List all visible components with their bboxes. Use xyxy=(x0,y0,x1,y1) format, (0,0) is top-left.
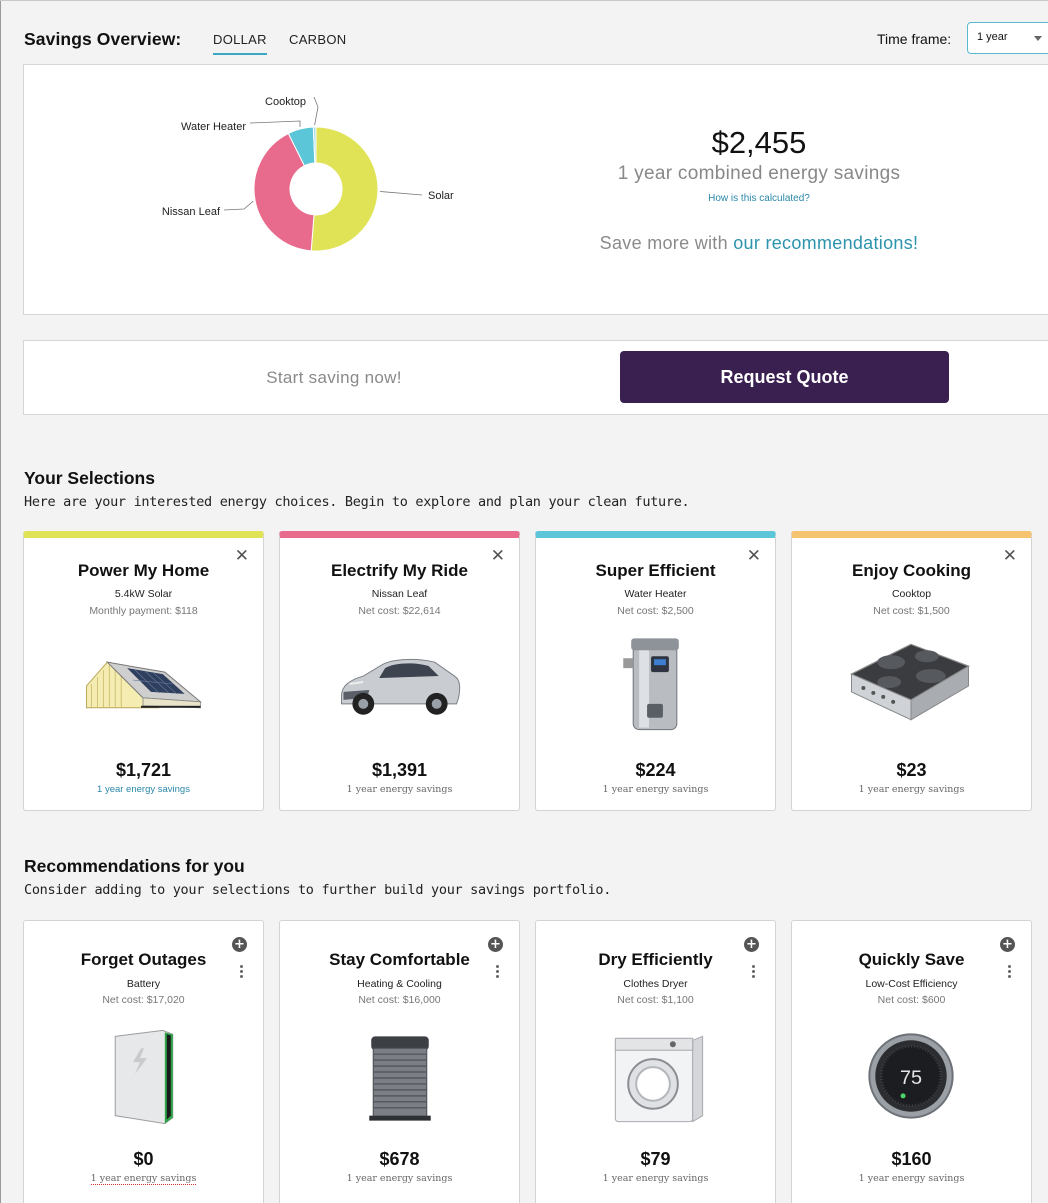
card-cost: Net cost: $16,000 xyxy=(358,994,441,1006)
selection-card-ev[interactable]: ✕ Electrify My Ride Nissan Leaf Net cost… xyxy=(279,531,520,811)
recommendations-title: Recommendations for you xyxy=(24,856,245,876)
card-subtitle: Cooktop xyxy=(891,588,932,600)
card-savings-note: 1 year energy savings xyxy=(602,784,709,795)
caret-down-icon xyxy=(1034,36,1042,41)
card-savings-note: 1 year energy savings xyxy=(858,784,965,795)
recommendation-card-dryer[interactable]: + Dry Efficiently Clothes Dryer Net cost… xyxy=(535,920,776,1203)
card-subtitle: Low-Cost Efficiency xyxy=(865,978,958,990)
solar-house-icon xyxy=(85,661,203,709)
card-cost: Net cost: $600 xyxy=(877,994,946,1006)
donut-label: Solar xyxy=(428,190,454,202)
window-border-top xyxy=(0,0,1048,1)
card-savings-note: 1 year energy savings xyxy=(858,1173,965,1184)
dryer-icon xyxy=(614,1035,704,1123)
tab-dollar[interactable]: DOLLAR xyxy=(213,32,267,55)
recommendation-card-battery[interactable]: + Forget Outages Battery Net cost: $17,0… xyxy=(23,920,264,1203)
card-cost: Net cost: $17,020 xyxy=(102,994,185,1006)
recommendation-card-efficiency[interactable]: + Quickly Save Low-Cost Efficiency Net c… xyxy=(791,920,1032,1203)
donut-label: Cooktop xyxy=(265,96,306,108)
savings-donut-chart: Solar Nissan Leaf Water Heater Cooktop xyxy=(162,96,454,252)
card-savings-note-text: 1 year energy savings xyxy=(90,1173,197,1185)
thermostat-icon: 75 xyxy=(868,1033,954,1119)
card-amount: $1,391 xyxy=(371,760,428,780)
window-border xyxy=(0,0,1,1203)
card-amount: $79 xyxy=(640,1149,671,1169)
card-savings-note: 1 year energy savings xyxy=(24,1173,263,1185)
tab-carbon[interactable]: CARBON xyxy=(289,32,346,47)
card-subtitle: Heating & Cooling xyxy=(357,978,442,990)
card-cost: Net cost: $1,500 xyxy=(873,605,950,617)
card-amount: $0 xyxy=(133,1149,154,1169)
card-cost: Monthly payment: $118 xyxy=(89,605,198,617)
card-savings-note: 1 year energy savings xyxy=(602,1173,709,1184)
card-title: Stay Comfortable xyxy=(329,950,470,969)
start-saving-card: Start saving now! Request Quote xyxy=(23,340,1048,415)
ac-unit-icon xyxy=(369,1036,431,1121)
save-more-text: Save more with our recommendations! xyxy=(564,233,954,254)
donut-label: Water Heater xyxy=(181,121,246,133)
request-quote-button[interactable]: Request Quote xyxy=(620,351,949,403)
card-subtitle: Nissan Leaf xyxy=(371,588,428,600)
donut-leader-line xyxy=(379,191,423,196)
card-savings-note: 1 year energy savings xyxy=(346,784,453,795)
donut-leader-line xyxy=(249,120,301,128)
thermostat-reading: 75 xyxy=(900,1067,922,1089)
card-title: Enjoy Cooking xyxy=(852,561,971,580)
card-cost: Net cost: $22,614 xyxy=(358,605,441,617)
recommendations-link[interactable]: our recommendations! xyxy=(733,233,918,253)
selection-card-water-heater[interactable]: ✕ Super Efficient Water Heater Net cost:… xyxy=(535,531,776,811)
donut-label: Nissan Leaf xyxy=(162,206,221,218)
card-cost: Net cost: $2,500 xyxy=(617,605,694,617)
total-savings-amount: $2,455 xyxy=(711,125,807,160)
combined-savings-label: 1 year combined energy savings xyxy=(617,163,901,184)
selections-description: Here are your interested energy choices.… xyxy=(24,494,690,510)
card-title: Dry Efficiently xyxy=(598,950,713,969)
savings-overview-card: Solar Nissan Leaf Water Heater Cooktop $2,4… xyxy=(23,64,1048,315)
card-subtitle: Clothes Dryer xyxy=(623,978,688,990)
timeframe-label: Time frame: xyxy=(877,31,952,47)
card-amount: $160 xyxy=(891,1149,932,1169)
water-heater-icon xyxy=(623,638,679,731)
card-title: Power My Home xyxy=(77,561,210,580)
donut-leader-line xyxy=(223,200,254,211)
card-subtitle: Water Heater xyxy=(624,588,687,600)
selection-card-solar[interactable]: ✕ Power My Home 5.4kW Solar Monthly paym… xyxy=(23,531,264,811)
cooktop-icon xyxy=(850,643,970,721)
car-icon xyxy=(340,658,461,715)
card-savings-note[interactable]: 1 year energy savings xyxy=(24,784,263,795)
card-cost: Net cost: $1,100 xyxy=(617,994,694,1006)
page-title: Savings Overview: xyxy=(24,29,182,49)
card-subtitle: Battery xyxy=(126,978,161,990)
card-amount: $224 xyxy=(635,760,676,780)
start-saving-text: Start saving now! xyxy=(266,368,402,387)
savings-header: Savings Overview: DOLLAR CARBON Time fra… xyxy=(24,22,1048,55)
timeframe-select[interactable]: 1 year xyxy=(967,22,1048,54)
timeframe-value: 1 year xyxy=(977,31,1008,43)
card-amount: $678 xyxy=(379,1149,420,1169)
recommendation-card-heating-cooling[interactable]: + Stay Comfortable Heating & Cooling Net… xyxy=(279,920,520,1203)
card-amount: $1,721 xyxy=(115,760,172,780)
card-title: Electrify My Ride xyxy=(331,561,468,580)
card-amount: $23 xyxy=(896,760,927,780)
card-title: Forget Outages xyxy=(80,950,207,969)
donut-leader-line xyxy=(313,96,319,126)
how-calculated-link[interactable]: How is this calculated? xyxy=(654,193,864,204)
battery-icon xyxy=(114,1029,174,1125)
card-subtitle: 5.4kW Solar xyxy=(114,588,173,600)
card-savings-note: 1 year energy savings xyxy=(346,1173,453,1184)
selection-card-cooktop[interactable]: ✕ Enjoy Cooking Cooktop Net cost: $1,500… xyxy=(791,531,1032,811)
donut-slice-solar[interactable] xyxy=(310,126,379,252)
card-title: Quickly Save xyxy=(858,950,965,969)
recommendations-description: Consider adding to your selections to fu… xyxy=(24,882,612,898)
card-title: Super Efficient xyxy=(595,561,716,580)
save-more-prefix: Save more with xyxy=(599,233,734,253)
selections-title: Your Selections xyxy=(24,468,155,488)
